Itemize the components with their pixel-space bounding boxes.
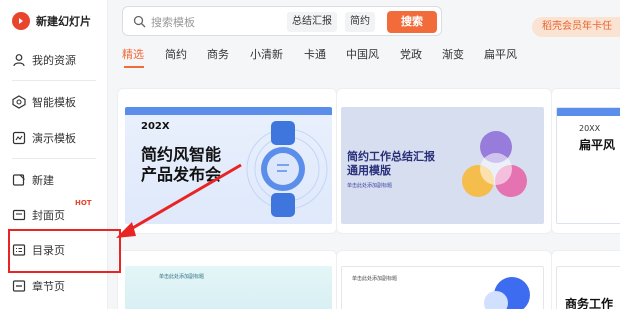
template-title-line: 通用模版: [347, 164, 391, 177]
template-subtitle: 单击此处添加副标题: [352, 276, 398, 282]
tab-business[interactable]: 商务: [207, 46, 229, 62]
sidebar-item-label: 章节页: [32, 280, 65, 293]
tab-flat[interactable]: 扁平风: [484, 46, 517, 62]
sidebar-divider: [12, 158, 96, 159]
template-thumbnail[interactable]: 20XX 扁平风: [556, 107, 620, 224]
template-title-line: 简约风智能: [141, 145, 222, 164]
sidebar-item-presentation-templates[interactable]: 演示模板: [12, 124, 102, 152]
user-icon: [13, 54, 25, 67]
gradient-blob-icon: [484, 277, 530, 309]
app-window: 新建幻灯片 我的资源 智能模板 演示模板 新建 封面页 HOT 目录页 章节页 …: [0, 0, 620, 309]
template-title: 商务工作: [565, 297, 614, 309]
sidebar-item-label: 演示模板: [32, 132, 76, 145]
search-button[interactable]: 搜索: [387, 11, 437, 33]
active-tab-indicator: [124, 66, 144, 68]
search-bar: 总结汇报 简约 搜索: [122, 6, 442, 36]
template-subtitle: 单击此处添加副标题: [347, 183, 393, 189]
annotation-highlight-box: [8, 229, 121, 273]
tab-gradient[interactable]: 渐变: [442, 46, 464, 62]
thumbnail-header-bar: [125, 107, 332, 115]
tab-party-government[interactable]: 党政: [400, 46, 422, 62]
sidebar-item-smart-templates[interactable]: 智能模板: [12, 88, 102, 116]
tab-chinese-style[interactable]: 中国风: [346, 46, 379, 62]
sidebar-item-cover-page[interactable]: 封面页 HOT: [12, 199, 102, 229]
tab-simple[interactable]: 简约: [165, 46, 187, 62]
template-thumbnail[interactable]: 单击此处添加副标题: [341, 266, 544, 309]
cover-page-icon: [12, 209, 26, 221]
sidebar-item-my-resources[interactable]: 我的资源: [12, 46, 102, 74]
sidebar-item-label: 封面页: [32, 209, 65, 222]
template-thumbnail[interactable]: 单击此处添加副标题: [125, 266, 332, 309]
template-title-line: 简约工作总结汇报: [347, 150, 435, 163]
template-title: 扁平风: [579, 138, 616, 152]
member-promo-banner[interactable]: 稻壳会员年卡任: [532, 17, 620, 37]
presentation-template-icon: [12, 131, 26, 145]
chapter-page-icon: [12, 280, 26, 292]
template-thumbnail[interactable]: 商务工作: [556, 266, 620, 309]
new-icon: [12, 174, 25, 186]
sidebar-item-label: 新建: [32, 174, 54, 187]
search-tag-summary[interactable]: 总结汇报: [287, 12, 337, 32]
template-subtitle: 单击此处添加副标题: [159, 274, 205, 280]
smart-template-icon: [12, 95, 26, 109]
sidebar-item-new[interactable]: 新建: [12, 166, 102, 194]
search-icon: [133, 15, 146, 28]
template-thumbnail[interactable]: 简约工作总结汇报 通用模版 单击此处添加副标题: [341, 107, 544, 224]
venn-circles-icon: [462, 131, 527, 197]
wps-logo-icon: [12, 12, 30, 30]
tab-cartoon[interactable]: 卡通: [304, 46, 326, 62]
template-number: 202X: [141, 121, 170, 132]
sidebar-item-label: 智能模板: [32, 96, 76, 109]
template-number: 20XX: [579, 124, 601, 133]
sidebar-item-label: 我的资源: [32, 54, 76, 67]
tab-featured[interactable]: 精选: [122, 46, 144, 62]
smartwatch-illustration-icon: [246, 121, 328, 217]
app-brand: 新建幻灯片: [12, 8, 91, 34]
template-title: 简约风智能 产品发布会: [141, 145, 221, 185]
search-tag-simple[interactable]: 简约: [345, 12, 375, 32]
search-input[interactable]: [151, 13, 301, 31]
template-thumbnail[interactable]: 202X 简约风智能 产品发布会: [125, 107, 332, 224]
sidebar-item-chapter-page[interactable]: 章节页: [12, 272, 102, 300]
template-title: 简约工作总结汇报 通用模版: [347, 150, 435, 178]
template-title-line: 产品发布会: [141, 165, 222, 184]
app-title: 新建幻灯片: [36, 15, 91, 28]
thumbnail-header-bar: [557, 108, 620, 116]
hot-badge: HOT: [75, 199, 92, 207]
tab-fresh[interactable]: 小清新: [250, 46, 283, 62]
sidebar-divider: [12, 80, 96, 81]
